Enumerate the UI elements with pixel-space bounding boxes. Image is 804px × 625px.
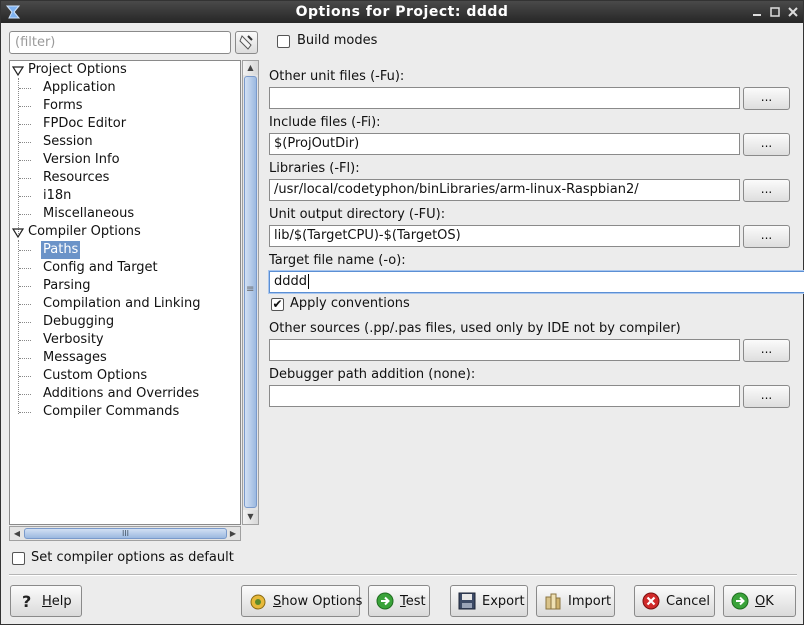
close-icon[interactable] (785, 4, 801, 20)
title-bar[interactable]: Options for Project: dddd (1, 1, 803, 23)
show-options-label: how Options (281, 593, 363, 609)
tree-group-project-options[interactable]: Project Options (28, 61, 127, 79)
cancel-icon (642, 592, 660, 610)
tree-guide (18, 240, 19, 414)
tree-item-debugging[interactable]: Debugging (43, 313, 114, 331)
scroll-right-icon[interactable]: ▶ (226, 527, 240, 540)
target-file-name-label: Target file name (-o): (269, 253, 406, 268)
scroll-left-icon[interactable]: ◀ (10, 527, 24, 540)
filter-input[interactable]: (filter) (9, 31, 231, 54)
cancel-label: Cancel (666, 593, 711, 609)
help-label: elp (51, 593, 72, 609)
debugger-path-browse-button[interactable]: ... (743, 385, 790, 408)
tree-item-i18n[interactable]: i18n (43, 187, 71, 205)
other-sources-input[interactable] (269, 339, 740, 361)
tree-item-version-info[interactable]: Version Info (43, 151, 120, 169)
import-icon (545, 593, 561, 610)
build-modes-label: Build modes (297, 33, 378, 48)
ok-icon (731, 592, 749, 610)
target-file-name-input[interactable]: dddd (269, 271, 804, 293)
tree-item-session[interactable]: Session (43, 133, 93, 151)
set-default-checkbox[interactable] (12, 552, 25, 565)
ok-button[interactable]: OK (723, 585, 796, 617)
unit-output-dir-input[interactable]: lib/$(TargetCPU)-$(TargetOS) (269, 225, 740, 247)
minimize-icon[interactable] (749, 4, 765, 20)
tree-item-paths[interactable]: Paths (41, 241, 81, 259)
tree-item-messages[interactable]: Messages (43, 349, 107, 367)
other-sources-label: Other sources (.pp/.pas files, used only… (269, 321, 681, 336)
show-options-button[interactable]: Show Options (241, 585, 363, 617)
svg-text:?: ? (22, 592, 31, 611)
tree-item-miscellaneous[interactable]: Miscellaneous (43, 205, 134, 223)
import-button[interactable]: Import (536, 585, 615, 617)
text-caret (308, 274, 310, 289)
tree-item-forms[interactable]: Forms (43, 97, 83, 115)
apply-conventions-label: Apply conventions (290, 296, 410, 311)
help-icon: ? (22, 592, 31, 611)
other-sources-browse-button[interactable]: ... (743, 339, 790, 362)
clear-filter-button[interactable] (235, 31, 258, 54)
tree-item-custom-options[interactable]: Custom Options (43, 367, 147, 385)
ok-accel: O (755, 593, 766, 609)
panel-splitter-grip[interactable]: ≡ (246, 284, 254, 295)
import-label: Import (568, 593, 612, 609)
unit-output-dir-label: Unit output directory (-FU): (269, 207, 446, 222)
help-button[interactable]: ? Help (10, 585, 82, 617)
unit-output-dir-browse-button[interactable]: ... (743, 225, 790, 248)
export-button[interactable]: Export (450, 585, 528, 617)
tree-horizontal-scrollbar[interactable]: ◀ III ▶ (9, 526, 241, 541)
tree-item-config-and-target[interactable]: Config and Target (43, 259, 158, 277)
ok-label: K (765, 593, 774, 609)
window-title: Options for Project: dddd (295, 4, 509, 20)
debugger-path-label: Debugger path addition (none): (269, 367, 476, 382)
scroll-thumb[interactable]: III (24, 528, 227, 539)
include-files-browse-button[interactable]: ... (743, 133, 790, 156)
other-unit-files-label: Other unit files (-Fu): (269, 69, 405, 84)
expand-toggle-icon[interactable] (12, 65, 24, 77)
scroll-down-icon[interactable]: ▼ (243, 510, 258, 524)
libraries-browse-button[interactable]: ... (743, 179, 790, 202)
tree-item-parsing[interactable]: Parsing (43, 277, 90, 295)
other-unit-files-browse-button[interactable]: ... (743, 87, 790, 110)
export-label: Export (482, 593, 525, 609)
save-icon (458, 592, 476, 610)
tree-item-application[interactable]: Application (43, 79, 116, 97)
libraries-label: Libraries (-Fl): (269, 161, 360, 176)
tree-item-verbosity[interactable]: Verbosity (43, 331, 104, 349)
set-default-label: Set compiler options as default (31, 550, 234, 565)
button-separator (9, 574, 797, 576)
maximize-icon[interactable] (767, 4, 783, 20)
tree-group-compiler-options[interactable]: Compiler Options (28, 223, 141, 241)
scroll-grip: III (121, 529, 130, 538)
debugger-path-input[interactable] (269, 385, 740, 407)
tree-item-resources[interactable]: Resources (43, 169, 109, 187)
options-tree[interactable]: Project Options Application Forms FPDoc … (9, 60, 241, 525)
tree-item-compiler-commands[interactable]: Compiler Commands (43, 403, 179, 421)
tree-item-fpdoc-editor[interactable]: FPDoc Editor (43, 115, 126, 133)
apply-conventions-checkbox[interactable]: ✔ (271, 298, 284, 311)
tree-item-additions-and-overrides[interactable]: Additions and Overrides (43, 385, 199, 403)
scroll-up-icon[interactable]: ▲ (243, 61, 258, 75)
expand-toggle-icon[interactable] (12, 227, 24, 239)
include-files-input[interactable]: $(ProjOutDir) (269, 133, 740, 155)
test-label: est (405, 593, 426, 609)
options-dialog: Options for Project: dddd (filter) Proje… (0, 0, 804, 625)
include-files-label: Include files (-Fi): (269, 115, 381, 130)
cancel-button[interactable]: Cancel (634, 585, 715, 617)
target-file-name-value: dddd (274, 274, 308, 289)
tree-guide (18, 78, 19, 234)
test-icon (376, 592, 394, 610)
tree-item-compilation-and-linking[interactable]: Compilation and Linking (43, 295, 201, 313)
other-unit-files-input[interactable] (269, 87, 740, 109)
test-button[interactable]: Test (368, 585, 430, 617)
build-modes-checkbox[interactable] (277, 35, 290, 48)
broom-icon (239, 35, 253, 50)
libraries-input[interactable]: /usr/local/codetyphon/binLibraries/arm-l… (269, 179, 740, 201)
help-accel: H (42, 593, 52, 609)
show-options-icon (250, 594, 266, 610)
